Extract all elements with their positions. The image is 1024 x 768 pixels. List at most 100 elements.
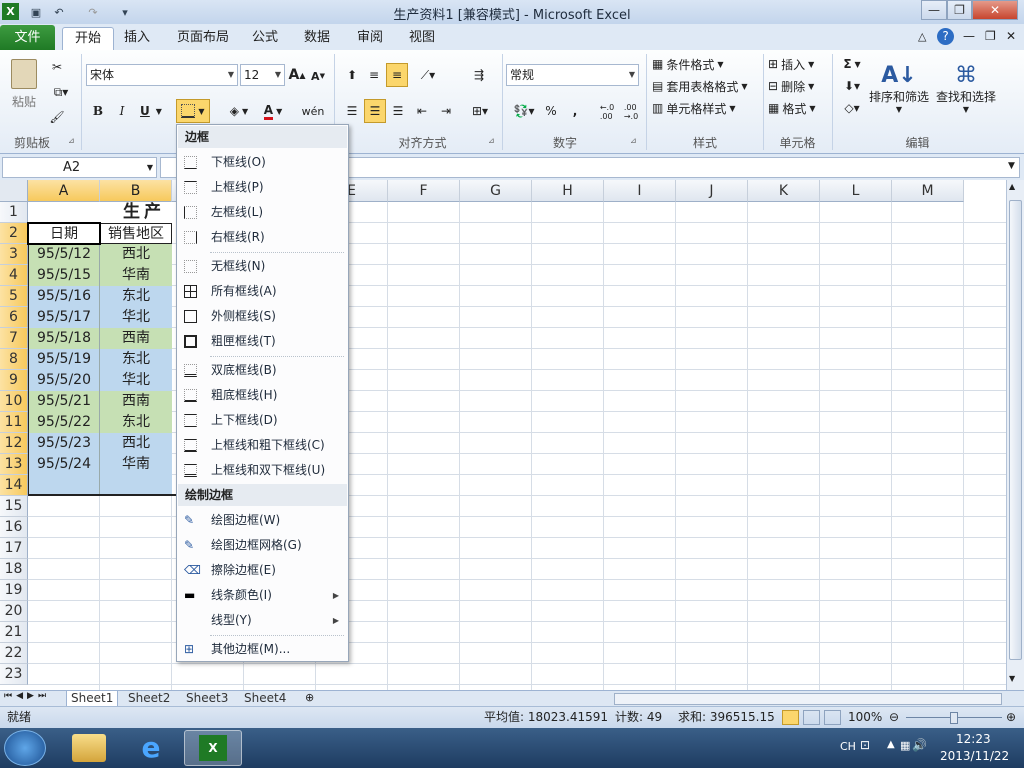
view-normal-icon[interactable] [782,710,799,725]
row-header[interactable]: 12 [0,433,28,454]
dialog-launcher-icon[interactable]: ⊿ [630,136,637,145]
underline-button[interactable]: U ▼ [136,100,166,122]
scroll-down-icon[interactable]: ▼ [1009,674,1015,683]
row-header[interactable]: 17 [0,538,28,559]
row-header[interactable]: 10 [0,391,28,412]
data-cell[interactable]: 东北 [100,286,172,307]
view-layout-icon[interactable] [803,710,820,725]
row-header[interactable]: 7 [0,328,28,349]
percent-button[interactable]: % [542,100,560,122]
menu-item-right-border[interactable]: 右框线(R) [178,225,347,250]
orientation-icon[interactable]: ⟋▾ [414,64,442,86]
tab-review[interactable]: 审阅 [345,27,395,50]
zoom-level[interactable]: 100% [848,707,882,728]
tab-file[interactable]: 文件 [0,25,55,50]
header-cell[interactable]: 销售地区 [100,223,172,244]
column-header[interactable]: J [676,180,748,202]
menu-item-outside-border[interactable]: 外侧框线(S) [178,304,347,329]
column-header[interactable]: G [460,180,532,202]
data-cell[interactable]: 西北 [100,433,172,454]
font-color-button[interactable]: A ▼ [258,100,288,122]
row-header[interactable]: 3 [0,244,28,265]
scroll-up-icon[interactable]: ▲ [1009,182,1015,191]
scroll-thumb[interactable] [1009,200,1022,660]
row-header[interactable]: 18 [0,559,28,580]
close-button[interactable]: ✕ [972,0,1018,20]
doc-restore-icon[interactable]: ❐ [985,29,996,43]
data-cell[interactable]: 西南 [100,391,172,412]
vertical-scrollbar[interactable]: ▲ ▼ [1006,180,1024,690]
doc-minimize-icon[interactable]: — [963,29,975,43]
ime-icon[interactable]: ⊡ [860,738,870,752]
data-cell[interactable]: 95/5/21 [28,391,100,412]
shrink-font-button[interactable]: A ▼ [310,66,326,86]
borders-button[interactable]: ▼ [176,99,210,123]
autosum-button[interactable]: Σ ▼ [838,54,866,74]
insert-cells-button[interactable]: ⊞ 插入 ▼ [768,54,814,74]
bold-button[interactable]: B [88,100,108,122]
data-cell[interactable] [28,475,100,496]
menu-item-draw-4[interactable]: 线型(Y) ▶ [178,608,347,633]
expand-formula-icon[interactable]: ▼ [1008,161,1015,171]
menu-item-double-border[interactable]: 双底框线(B) [178,358,347,383]
italic-button[interactable]: I [112,100,132,122]
row-header[interactable]: 13 [0,454,28,475]
column-header[interactable]: K [748,180,820,202]
data-cell[interactable]: 95/5/18 [28,328,100,349]
tab-insert[interactable]: 插入 [112,27,162,50]
align-top-icon[interactable]: ⬆ [342,64,362,86]
insert-sheet-icon[interactable]: ⊕ [305,691,314,704]
data-cell[interactable]: 95/5/17 [28,307,100,328]
name-box[interactable]: A2 ▼ [2,157,157,178]
data-cell[interactable]: 华北 [100,370,172,391]
data-cell[interactable]: 95/5/22 [28,412,100,433]
align-left-icon[interactable]: ☰ [342,100,362,122]
data-cell[interactable]: 95/5/20 [28,370,100,391]
merge-center-icon[interactable]: ⊞▾ [466,100,494,122]
comma-button[interactable]: , [566,100,584,122]
row-header[interactable]: 9 [0,370,28,391]
clear-icon[interactable]: ◇▾ [838,98,866,118]
tab-home[interactable]: 开始 [62,27,115,50]
view-break-icon[interactable] [824,710,841,725]
row-header[interactable]: 20 [0,601,28,622]
format-cells-button[interactable]: ▦ 格式 ▼ [768,98,816,118]
menu-item-draw-2[interactable]: ⌫ 擦除边框(E) [178,558,347,583]
maximize-button[interactable]: ❐ [947,0,972,20]
sort-filter-button[interactable]: A↓ 排序和筛选 ▼ [868,54,930,122]
excel-taskbar-icon[interactable]: X [184,730,242,766]
column-header[interactable]: A [28,180,100,202]
start-button[interactable] [4,730,46,766]
tray-arrow-icon[interactable]: ▲ [887,739,895,750]
data-cell[interactable] [100,475,172,496]
align-center-icon[interactable]: ☰ [364,99,386,123]
row-header[interactable]: 11 [0,412,28,433]
dialog-launcher-icon[interactable]: ⊿ [68,136,75,145]
clock-time[interactable]: 12:23 [956,732,991,746]
row-header[interactable]: 14 [0,475,28,496]
align-right-icon[interactable]: ☰ [388,100,408,122]
increase-decimal-button[interactable]: ←.0.00 [596,102,618,122]
format-as-table-button[interactable]: ▤ 套用表格格式 ▼ [652,76,748,96]
zoom-in-icon[interactable]: ⊕ [1006,707,1016,728]
zoom-out-icon[interactable]: ⊖ [889,707,899,728]
menu-item-bottom-border[interactable]: 下框线(O) [178,150,347,175]
row-header[interactable]: 8 [0,349,28,370]
increase-indent-icon[interactable]: ⇥ [436,100,456,122]
row-header[interactable]: 16 [0,517,28,538]
help-icon[interactable]: ? [937,28,954,45]
data-cell[interactable]: 东北 [100,349,172,370]
data-cell[interactable]: 95/5/12 [28,244,100,265]
clock-date[interactable]: 2013/11/22 [940,749,1009,763]
row-header[interactable]: 2 [0,223,28,244]
row-header[interactable]: 1 [0,202,28,223]
decrease-indent-icon[interactable]: ⇤ [412,100,432,122]
row-header[interactable]: 22 [0,643,28,664]
phonetic-button[interactable]: wén [298,100,328,122]
delete-cells-button[interactable]: ⊟ 删除 ▼ [768,76,814,96]
grow-font-button[interactable]: A ▲ [288,64,306,86]
menu-item-topdouble-border[interactable]: 上框线和双下框线(U) [178,458,347,483]
data-cell[interactable]: 95/5/23 [28,433,100,454]
language-indicator[interactable]: CH [840,740,856,753]
worksheet-grid[interactable]: ABCDEFGHIJKLM 12345678910111213141516171… [0,180,1006,690]
